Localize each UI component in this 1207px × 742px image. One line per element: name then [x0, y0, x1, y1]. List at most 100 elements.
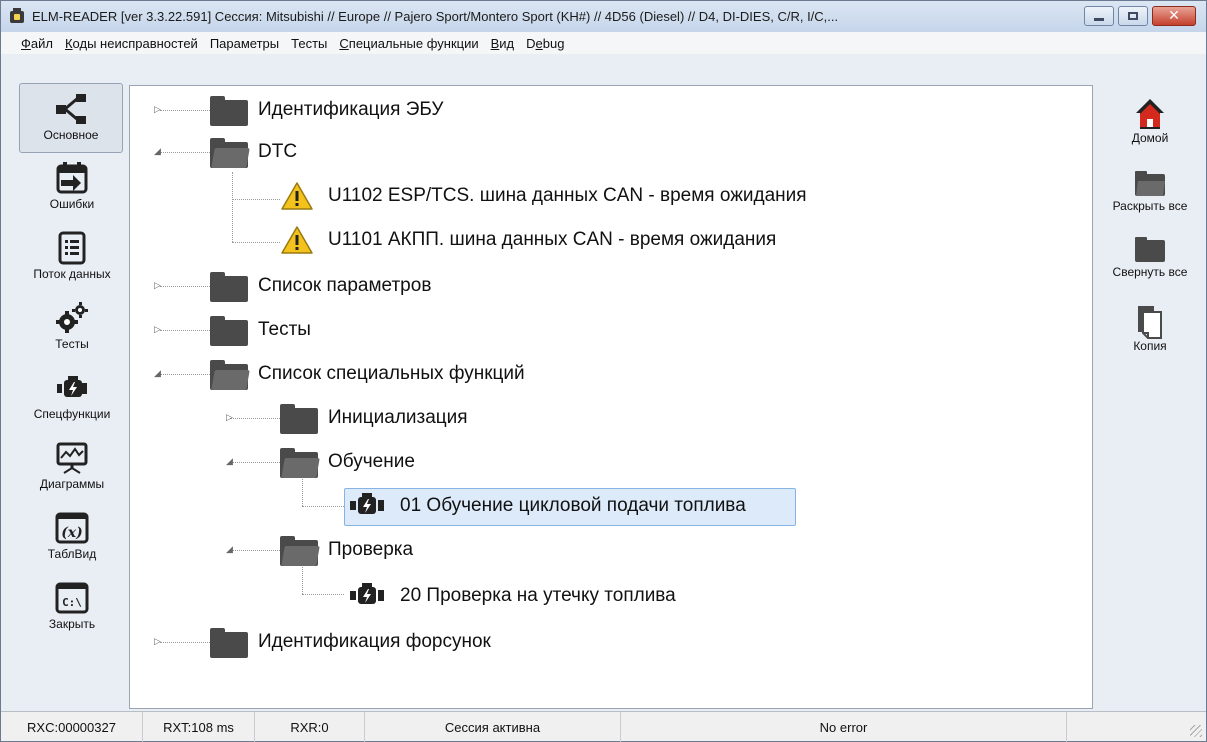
- home-label: Домой: [1131, 131, 1169, 145]
- toolbar-tests-label: Тесты: [55, 337, 89, 351]
- collapse-arrow-icon[interactable]: ◢: [226, 545, 233, 555]
- expand-arrow-icon[interactable]: ▷: [154, 637, 161, 647]
- tree-node-label: Проверка: [328, 539, 414, 560]
- tree-node-label: Идентификация ЭБУ: [258, 99, 444, 120]
- expand-arrow-icon[interactable]: ▷: [226, 413, 233, 423]
- menu-view[interactable]: Вид: [491, 36, 515, 51]
- folder-open-icon: [280, 448, 320, 478]
- tree-view[interactable]: ▷ Идентификация ЭБУ ◢ DTC U1102 ESP/TCS.…: [129, 85, 1093, 709]
- folder-icon: [210, 316, 248, 346]
- expand-all-label: Раскрыть все: [1112, 199, 1188, 213]
- status-bar: RXC:00000327 RXT:108 ms RXR:0 Сессия акт…: [1, 711, 1206, 742]
- tree-node-fuel-learning[interactable]: 01 Обучение цикловой подачи топлива: [130, 486, 1090, 526]
- tree-node-label: 20 Проверка на утечку топлива: [400, 585, 676, 606]
- tree-node-label: 01 Обучение цикловой подачи топлива: [400, 495, 746, 516]
- collapse-arrow-icon[interactable]: ◢: [154, 147, 161, 157]
- toolbar-charts-label: Диаграммы: [39, 477, 105, 491]
- menu-dtc[interactable]: Коды неисправностей: [65, 36, 198, 51]
- status-rxr: RXR:0: [255, 712, 365, 742]
- tree-node-label: Обучение: [328, 451, 415, 472]
- toolbar-tests-button[interactable]: Тесты: [15, 293, 129, 363]
- tree-node-label: DTC: [258, 141, 298, 162]
- collapse-all-button[interactable]: Свернуть все: [1095, 231, 1205, 279]
- close-icon: ✕: [1168, 8, 1180, 24]
- tree-node-label: U1102 ESP/TCS. шина данных CAN - время о…: [328, 185, 807, 206]
- collapse-arrow-icon[interactable]: ◢: [154, 369, 161, 379]
- toolbar-errors-button[interactable]: Ошибки: [15, 153, 129, 223]
- toolbar-specfunctions-button[interactable]: Спецфункции: [15, 363, 129, 433]
- status-session: Сессия активна: [365, 712, 621, 742]
- home-button[interactable]: Домой: [1095, 97, 1205, 145]
- engine-icon: [348, 492, 386, 520]
- menu-debug[interactable]: Debug: [526, 36, 564, 51]
- folder-icon: [280, 404, 318, 434]
- tree-node-label: Инициализация: [328, 407, 468, 428]
- tree-node-dtc-u1101[interactable]: U1101 АКПП. шина данных CAN - время ожид…: [130, 220, 1090, 260]
- menu-special-functions[interactable]: Специальные функции: [339, 36, 478, 51]
- toolbar-datastream-button[interactable]: Поток данных: [15, 223, 129, 293]
- toolbar-charts-button[interactable]: Диаграммы: [15, 433, 129, 503]
- tree-node-special-functions[interactable]: ◢ Список специальных функций: [130, 354, 1090, 394]
- tree-node-label: Идентификация форсунок: [258, 631, 491, 652]
- engine-icon: [348, 582, 386, 610]
- tree-node-ecu-id[interactable]: ▷ Идентификация ЭБУ: [130, 90, 1090, 130]
- status-empty-cell: [1067, 712, 1204, 742]
- chart-monitor-icon: [55, 441, 89, 475]
- window-title: ELM-READER [ver 3.3.22.591] Сессия: Mits…: [32, 9, 839, 24]
- collapse-all-label: Свернуть все: [1112, 265, 1188, 279]
- folder-icon: [210, 628, 248, 658]
- app-engine-icon: [8, 7, 26, 26]
- share-tree-icon: [54, 92, 88, 126]
- toolbar-datastream-label: Поток данных: [33, 267, 111, 281]
- expand-arrow-icon[interactable]: ▷: [154, 281, 161, 291]
- status-error: No error: [621, 712, 1067, 742]
- minimize-button[interactable]: [1084, 6, 1114, 26]
- right-toolbar: Домой Раскрыть все Свернуть все Копия: [1095, 85, 1205, 709]
- tree-node-tests[interactable]: ▷ Тесты: [130, 310, 1090, 350]
- minimize-icon: [1094, 17, 1104, 21]
- svg-text:C:\: C:\: [62, 596, 82, 609]
- engine-icon: [55, 371, 89, 405]
- maximize-icon: [1128, 12, 1138, 20]
- menu-file[interactable]: Файл: [21, 36, 53, 51]
- tree-node-learning[interactable]: ◢ Обучение: [130, 442, 1090, 482]
- toolbar-tableview-label: ТаблВид: [47, 547, 97, 561]
- menu-parameters[interactable]: Параметры: [210, 36, 279, 51]
- calendar-import-icon: [55, 161, 89, 195]
- expand-arrow-icon[interactable]: ▷: [154, 105, 161, 115]
- toolbar-tableview-button[interactable]: (x) ТаблВид: [15, 503, 129, 573]
- folder-open-icon: [280, 536, 320, 566]
- folder-icon: [210, 272, 248, 302]
- tree-node-injector-id[interactable]: ▷ Идентификация форсунок: [130, 622, 1090, 662]
- tree-node-initialization[interactable]: ▷ Инициализация: [130, 398, 1090, 438]
- copy-button[interactable]: Копия: [1095, 305, 1205, 353]
- folder-expand-icon: [1134, 165, 1166, 199]
- collapse-arrow-icon[interactable]: ◢: [226, 457, 233, 467]
- toolbar-errors-label: Ошибки: [49, 197, 95, 211]
- tree-node-label: Список параметров: [258, 275, 432, 296]
- copy-label: Копия: [1133, 339, 1167, 353]
- home-icon: [1134, 97, 1166, 131]
- close-button[interactable]: ✕: [1152, 6, 1196, 26]
- toolbar-close-button[interactable]: C:\ Закрыть: [15, 573, 129, 643]
- tree-node-param-list[interactable]: ▷ Список параметров: [130, 266, 1090, 306]
- expand-all-button[interactable]: Раскрыть все: [1095, 165, 1205, 213]
- toolbar-main-button[interactable]: Основное: [19, 83, 123, 153]
- copy-document-icon: [1134, 305, 1166, 339]
- expand-arrow-icon[interactable]: ▷: [154, 325, 161, 335]
- document-list-icon: [55, 231, 89, 265]
- tree-node-dtc[interactable]: ◢ DTC: [130, 132, 1090, 172]
- folder-collapse-icon: [1134, 231, 1166, 265]
- tree-node-dtc-u1102[interactable]: U1102 ESP/TCS. шина данных CAN - время о…: [130, 176, 1090, 216]
- formula-x-icon: (x): [55, 511, 89, 545]
- tree-node-check[interactable]: ◢ Проверка: [130, 530, 1090, 570]
- toolbar-main-label: Основное: [43, 128, 99, 142]
- tree-node-label: U1101 АКПП. шина данных CAN - время ожид…: [328, 229, 777, 250]
- resize-grip-icon[interactable]: [1190, 725, 1202, 737]
- tree-node-fuel-leak-check[interactable]: 20 Проверка на утечку топлива: [130, 576, 1090, 616]
- menu-bar: Файл Коды неисправностей Параметры Тесты…: [1, 32, 1206, 54]
- maximize-button[interactable]: [1118, 6, 1148, 26]
- menu-tests[interactable]: Тесты: [291, 36, 327, 51]
- title-bar[interactable]: ELM-READER [ver 3.3.22.591] Сессия: Mits…: [1, 1, 1206, 32]
- folder-open-icon: [210, 138, 250, 168]
